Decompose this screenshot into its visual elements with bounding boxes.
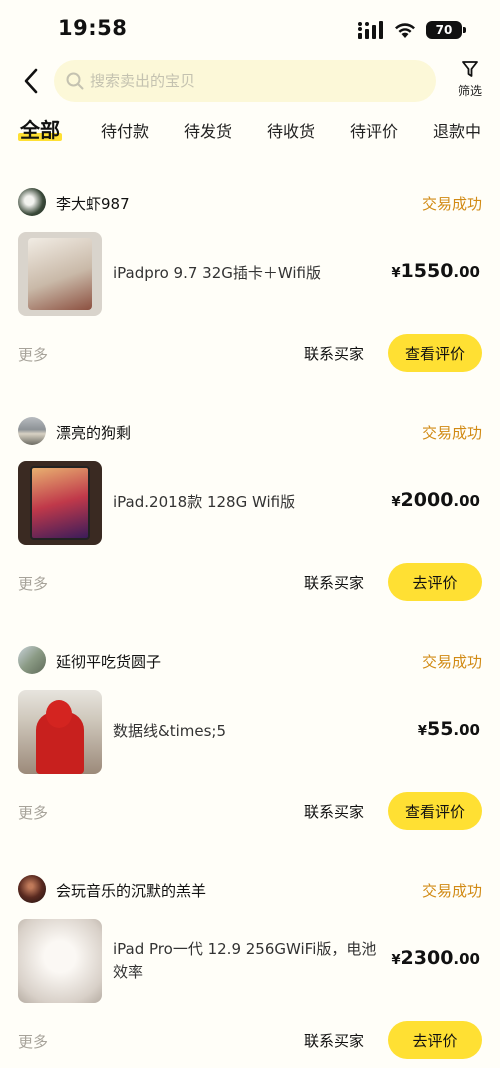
seller-row: 漂亮的狗剩 交易成功 xyxy=(18,417,482,447)
order-status: 交易成功 xyxy=(421,424,482,442)
search-bar[interactable] xyxy=(54,60,436,102)
avatar[interactable] xyxy=(18,188,46,216)
avatar[interactable] xyxy=(18,417,46,445)
currency-symbol: ¥ xyxy=(391,266,401,281)
search-icon xyxy=(66,72,84,90)
action-row: 更多 联系买家 去评价 xyxy=(18,563,482,601)
filter-icon xyxy=(462,61,478,77)
order-card[interactable]: 延彻平吃货圆子 交易成功 数据线&times;5 ¥55.00 更多 联系买家 … xyxy=(0,646,500,856)
filter-button[interactable]: 筛选 xyxy=(452,60,488,102)
more-link[interactable]: 更多 xyxy=(18,344,48,365)
cellular-signal-icon xyxy=(358,21,383,39)
contact-buyer-button[interactable]: 联系买家 xyxy=(304,343,364,364)
battery-indicator: 70 xyxy=(426,21,466,39)
avatar[interactable] xyxy=(18,646,46,674)
tab-pending-shipment[interactable]: 待发货 xyxy=(184,118,232,142)
price-integer: 2000 xyxy=(400,489,454,511)
seller-name[interactable]: 延彻平吃货圆子 xyxy=(56,651,161,672)
tab-label: 待付款 xyxy=(101,122,150,141)
seller-row: 李大虾987 交易成功 xyxy=(18,188,482,218)
order-tabs: 全部 待付款 待发货 待收货 待评价 退款中 xyxy=(0,112,500,156)
status-bar: 19:58 70 xyxy=(0,0,500,58)
tab-all[interactable]: 全部 xyxy=(18,114,62,143)
tab-label: 全部 xyxy=(20,118,60,142)
status-icons: 70 xyxy=(358,20,466,40)
search-header: 筛选 xyxy=(0,58,500,106)
tab-label: 待评价 xyxy=(350,122,399,141)
action-row: 更多 联系买家 查看评价 xyxy=(18,334,482,372)
price-integer: 1550 xyxy=(400,260,454,282)
avatar[interactable] xyxy=(18,875,46,903)
price-decimal: .00 xyxy=(453,492,480,510)
seller-name[interactable]: 会玩音乐的沉默的羔羊 xyxy=(56,880,206,901)
tab-pending-payment[interactable]: 待付款 xyxy=(101,118,149,142)
product-row[interactable]: iPad.2018款 128G Wifi版 ¥2000.00 xyxy=(18,461,482,545)
filter-label: 筛选 xyxy=(457,84,482,98)
tab-label: 待发货 xyxy=(184,122,233,141)
view-review-button[interactable]: 查看评价 xyxy=(388,334,482,372)
write-review-button[interactable]: 去评价 xyxy=(388,1021,482,1059)
wifi-icon xyxy=(395,23,415,38)
price: ¥55.00 xyxy=(418,718,480,740)
seller-row: 延彻平吃货圆子 交易成功 xyxy=(18,646,482,676)
contact-buyer-button[interactable]: 联系买家 xyxy=(304,572,364,593)
status-time: 19:58 xyxy=(58,16,128,40)
tab-label: 待收货 xyxy=(267,122,316,141)
tab-refunding[interactable]: 退款中 xyxy=(433,118,481,142)
contact-buyer-button[interactable]: 联系买家 xyxy=(304,801,364,822)
order-status: 交易成功 xyxy=(421,653,482,671)
product-title: iPad Pro一代 12.9 256GWiFi版，电池效率 xyxy=(113,940,377,981)
product-thumbnail[interactable] xyxy=(18,690,102,774)
order-card[interactable]: 会玩音乐的沉默的羔羊 交易成功 iPad Pro一代 12.9 256GWiFi… xyxy=(0,875,500,1068)
price-integer: 2300 xyxy=(400,947,454,969)
price-decimal: .00 xyxy=(453,950,480,968)
tab-label: 退款中 xyxy=(433,122,482,141)
order-status: 交易成功 xyxy=(421,882,482,900)
order-status: 交易成功 xyxy=(421,195,482,213)
tab-pending-receipt[interactable]: 待收货 xyxy=(267,118,315,142)
product-row[interactable]: iPadpro 9.7 32G插卡＋Wifi版 ¥1550.00 xyxy=(18,232,482,316)
tab-pending-review[interactable]: 待评价 xyxy=(350,118,398,142)
contact-buyer-button[interactable]: 联系买家 xyxy=(304,1030,364,1051)
back-button[interactable] xyxy=(16,66,46,96)
action-row: 更多 联系买家 查看评价 xyxy=(18,792,482,830)
product-thumbnail[interactable] xyxy=(18,461,102,545)
more-link[interactable]: 更多 xyxy=(18,802,48,823)
currency-symbol: ¥ xyxy=(391,953,401,968)
search-input[interactable] xyxy=(90,72,410,90)
seller-name[interactable]: 漂亮的狗剩 xyxy=(56,422,131,443)
price-decimal: .00 xyxy=(453,263,480,281)
price-integer: 55 xyxy=(426,718,454,740)
product-row[interactable]: 数据线&times;5 ¥55.00 xyxy=(18,690,482,774)
product-title: iPad.2018款 128G Wifi版 xyxy=(113,493,296,511)
price: ¥1550.00 xyxy=(391,260,480,282)
action-row: 更多 联系买家 去评价 xyxy=(18,1021,482,1059)
more-link[interactable]: 更多 xyxy=(18,573,48,594)
order-card[interactable]: 李大虾987 交易成功 iPadpro 9.7 32G插卡＋Wifi版 ¥155… xyxy=(0,188,500,398)
price: ¥2000.00 xyxy=(391,489,480,511)
currency-symbol: ¥ xyxy=(417,724,427,739)
product-thumbnail[interactable] xyxy=(18,232,102,316)
seller-name[interactable]: 李大虾987 xyxy=(56,193,130,214)
product-title: 数据线&times;5 xyxy=(113,722,226,740)
price: ¥2300.00 xyxy=(391,947,480,969)
product-thumbnail[interactable] xyxy=(18,919,102,1003)
more-link[interactable]: 更多 xyxy=(18,1031,48,1052)
view-review-button[interactable]: 查看评价 xyxy=(388,792,482,830)
product-row[interactable]: iPad Pro一代 12.9 256GWiFi版，电池效率 ¥2300.00 xyxy=(18,919,482,1003)
product-title: iPadpro 9.7 32G插卡＋Wifi版 xyxy=(113,264,322,282)
write-review-button[interactable]: 去评价 xyxy=(388,563,482,601)
price-decimal: .00 xyxy=(453,721,480,739)
seller-row: 会玩音乐的沉默的羔羊 交易成功 xyxy=(18,875,482,905)
order-card[interactable]: 漂亮的狗剩 交易成功 iPad.2018款 128G Wifi版 ¥2000.0… xyxy=(0,417,500,627)
currency-symbol: ¥ xyxy=(391,495,401,510)
chevron-left-icon xyxy=(24,68,38,94)
